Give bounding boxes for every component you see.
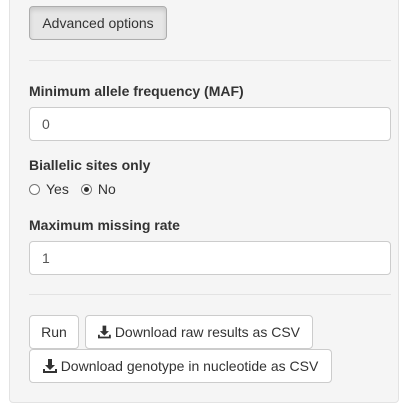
download-icon bbox=[42, 359, 57, 373]
biallelic-radio-group: Yes No bbox=[29, 181, 128, 197]
download-genotype-label: Download genotype in nucleotide as CSV bbox=[60, 358, 319, 374]
download-raw-label: Download raw results as CSV bbox=[114, 324, 300, 340]
run-button[interactable]: Run bbox=[29, 315, 79, 349]
radio-yes[interactable]: Yes bbox=[29, 181, 69, 197]
maf-label: Minimum allele frequency (MAF) bbox=[29, 83, 244, 99]
advanced-options-button[interactable]: Advanced options bbox=[29, 6, 167, 40]
radio-yes-label: Yes bbox=[46, 181, 69, 197]
biallelic-label: Biallelic sites only bbox=[29, 157, 151, 173]
download-genotype-button[interactable]: Download genotype in nucleotide as CSV bbox=[29, 349, 332, 383]
missing-rate-label: Maximum missing rate bbox=[29, 217, 180, 233]
missing-rate-input[interactable] bbox=[29, 241, 391, 275]
radio-yes-circle[interactable] bbox=[29, 183, 40, 195]
divider-bottom bbox=[29, 294, 391, 295]
radio-no[interactable]: No bbox=[80, 181, 116, 197]
download-raw-button[interactable]: Download raw results as CSV bbox=[85, 315, 313, 349]
radio-no-circle[interactable] bbox=[80, 183, 92, 195]
maf-input[interactable] bbox=[29, 107, 391, 141]
download-icon bbox=[98, 325, 111, 339]
divider-top bbox=[29, 60, 391, 61]
radio-no-label: No bbox=[97, 181, 116, 197]
